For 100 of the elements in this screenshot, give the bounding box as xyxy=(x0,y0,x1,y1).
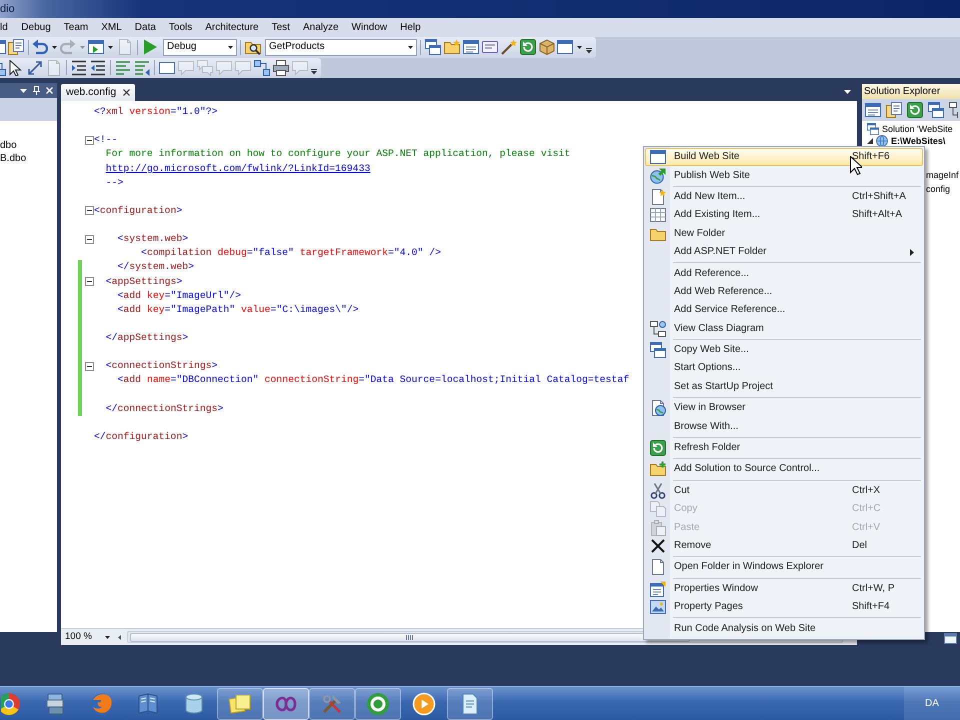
pages-icon[interactable] xyxy=(8,39,24,56)
folder-star-icon[interactable] xyxy=(444,39,460,56)
menu-item[interactable]: Add Web Reference... xyxy=(645,282,923,302)
menu-item[interactable]: Architecture xyxy=(198,18,266,37)
menu-item[interactable]: Remove Del xyxy=(645,536,923,556)
menu-item[interactable]: View in Browser xyxy=(645,399,923,418)
menu-item[interactable]: Set as StartUp Project xyxy=(645,378,923,396)
menu-item[interactable]: Properties Window Ctrl+W, P xyxy=(645,580,923,598)
round-logo-icon[interactable] xyxy=(1,692,21,716)
caret-icon[interactable] xyxy=(576,46,582,49)
resize-icon[interactable] xyxy=(26,60,42,76)
menu-item[interactable]: New Folder xyxy=(645,224,923,243)
menu-item[interactable]: XML xyxy=(94,18,128,37)
notes-icon[interactable] xyxy=(228,692,252,716)
tree-item[interactable]: E:\WebSites\ xyxy=(891,136,946,146)
book-icon[interactable] xyxy=(136,692,160,716)
menu-item[interactable]: Browse With... xyxy=(645,417,923,436)
menu-item[interactable]: Window xyxy=(345,18,394,37)
menu-item[interactable]: Add Solution to Source Control... xyxy=(645,460,923,479)
caret-icon[interactable] xyxy=(108,46,112,49)
dropdown[interactable]: GetProducts xyxy=(265,38,417,56)
taskbar-button[interactable] xyxy=(217,688,263,720)
tree-item[interactable]: B.dbo xyxy=(0,152,26,165)
link[interactable]: http://go.microsoft.com/fwlink/?LinkId=169433 xyxy=(106,162,370,176)
wand-icon[interactable] xyxy=(500,39,516,56)
menu-item[interactable]: Add Reference... xyxy=(645,264,923,283)
collapse-icon[interactable] xyxy=(85,277,94,286)
menu-item[interactable]: Analyze xyxy=(296,18,346,37)
menu-item[interactable]: Add Service Reference... xyxy=(645,301,923,320)
diagram-icon[interactable] xyxy=(949,102,958,118)
tree-item[interactable]: dbo xyxy=(0,139,17,152)
menu-item[interactable]: ld xyxy=(0,18,15,37)
editor-tab[interactable]: web.config xyxy=(61,84,136,101)
cursor-icon[interactable] xyxy=(8,60,24,76)
tree-item[interactable]: Solution 'WebSite xyxy=(882,124,953,134)
windows-icon[interactable] xyxy=(928,102,944,118)
scroll-left-icon[interactable] xyxy=(118,634,121,640)
menu-item[interactable]: Open Folder in Windows Explorer xyxy=(645,558,923,577)
taskbar-button[interactable] xyxy=(447,688,493,720)
menu-item[interactable]: Debug xyxy=(14,18,58,37)
card-icon[interactable] xyxy=(482,39,498,56)
caret-icon[interactable] xyxy=(104,636,110,638)
menu-item[interactable]: Add New Item... Ctrl+Shift+A xyxy=(645,188,923,206)
menu-item[interactable]: Start Options... xyxy=(645,359,923,378)
caret-icon[interactable] xyxy=(228,46,233,49)
menu-item[interactable]: Add ASP.NET Folder xyxy=(645,242,923,262)
close-icon[interactable] xyxy=(123,89,130,96)
taskbar-button[interactable] xyxy=(263,688,309,720)
list-window-icon[interactable] xyxy=(865,102,881,118)
dropdown-icon[interactable] xyxy=(844,90,851,94)
window-tab-icon[interactable] xyxy=(944,633,957,644)
outdent-icon[interactable] xyxy=(90,60,106,76)
menu-item[interactable]: Test xyxy=(265,18,296,37)
collapse-icon[interactable] xyxy=(85,136,94,145)
pin-icon[interactable] xyxy=(33,86,40,95)
menu-item[interactable]: Help xyxy=(394,18,428,37)
menu-item[interactable]: Run Code Analysis on Web Site xyxy=(645,619,923,638)
menu-item[interactable]: Refresh Folder xyxy=(645,438,923,458)
collapse-icon[interactable] xyxy=(85,234,94,244)
window-icon[interactable] xyxy=(0,39,6,56)
taskbar-button[interactable] xyxy=(355,688,401,720)
tree-item[interactable]: mageInf xyxy=(926,170,959,180)
indent-icon[interactable] xyxy=(70,60,86,76)
menu-item[interactable]: Property Pages Shift+F4 xyxy=(645,598,923,616)
play-disc-icon[interactable] xyxy=(412,692,436,716)
caret-icon[interactable] xyxy=(408,46,413,49)
windows-icon[interactable] xyxy=(424,39,440,56)
printer-icon[interactable] xyxy=(272,60,288,76)
menu-item[interactable]: Tools xyxy=(162,18,199,37)
window-icon[interactable] xyxy=(557,39,573,56)
lines-arrow-icon[interactable] xyxy=(134,60,150,76)
menu-item[interactable]: Team xyxy=(57,18,95,37)
collapse-icon[interactable] xyxy=(85,206,94,216)
dropdown[interactable]: Debug xyxy=(163,38,237,56)
play-icon[interactable] xyxy=(142,39,158,56)
rectangle-icon[interactable] xyxy=(158,60,174,76)
tree-item[interactable]: config xyxy=(926,184,950,194)
list-window-icon[interactable] xyxy=(462,39,478,56)
scrollbar-thumb[interactable] xyxy=(130,632,690,642)
nodes-icon[interactable] xyxy=(254,60,270,76)
language-indicator[interactable]: DA xyxy=(904,687,960,720)
menu-item[interactable]: Cut Ctrl+X xyxy=(645,482,923,500)
folder-search-icon[interactable] xyxy=(244,39,260,56)
box-icon[interactable] xyxy=(538,39,554,56)
menu-item[interactable]: View Class Diagram xyxy=(645,320,923,338)
undo-icon[interactable] xyxy=(32,39,48,56)
expander-icon[interactable] xyxy=(867,138,873,144)
menu-item[interactable]: Copy Web Site... xyxy=(645,340,923,360)
taskbar-button[interactable] xyxy=(309,688,355,720)
menu-item[interactable]: Data xyxy=(128,18,162,37)
collapse-icon[interactable] xyxy=(85,362,94,371)
menu-item[interactable]: Build Web Site Shift+F6 xyxy=(645,148,923,166)
pages-icon[interactable] xyxy=(886,102,902,118)
refresh-icon[interactable] xyxy=(520,39,536,56)
menu-item[interactable]: Add Existing Item... Shift+Alt+A xyxy=(645,206,923,225)
lines-icon[interactable] xyxy=(114,60,130,76)
caret-icon[interactable] xyxy=(52,46,56,49)
refresh-icon[interactable] xyxy=(907,102,923,118)
dropdown-icon[interactable] xyxy=(20,88,27,92)
ring-logo-icon[interactable] xyxy=(366,692,390,716)
